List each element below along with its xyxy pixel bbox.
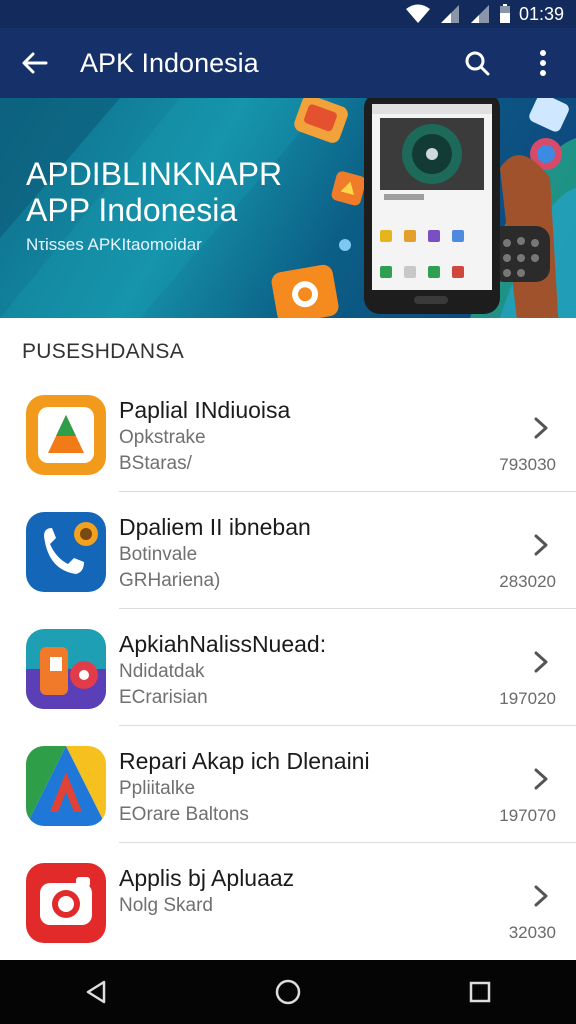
app-name: ApkiahNalissNuead:	[119, 631, 327, 657]
list-item[interactable]: Dpaliem II ibneban Botinvale GRHariena) …	[0, 492, 576, 609]
chevron-right-icon	[534, 885, 548, 907]
app-icon	[26, 746, 106, 826]
list-item[interactable]: Applis bj Apluaaz Nolg Skard 32030	[0, 843, 576, 960]
app-name: Applis bj Apluaaz	[119, 865, 295, 891]
wifi-icon	[405, 4, 431, 24]
app-detail: GRHariena)	[119, 570, 221, 591]
list-item[interactable]: Repari Akap ich Dlenaini Ppliitalke EOra…	[0, 726, 576, 843]
banner-headline: APDIBLINKNAPR APP Indonesia	[26, 156, 282, 228]
banner-subline: Ντisses APΚΙtaomoidar	[26, 235, 202, 254]
battery-icon	[499, 4, 511, 24]
app-icon	[26, 512, 106, 592]
app-icon	[26, 629, 106, 709]
back-button[interactable]	[0, 28, 70, 98]
back-arrow-icon	[22, 52, 48, 74]
signal-icon	[469, 4, 491, 24]
app-name: Dpaliem II ibneban	[119, 514, 311, 540]
app-count: 283020	[499, 572, 556, 591]
search-button[interactable]	[444, 28, 510, 98]
app-detail: BStaras/	[119, 453, 192, 474]
app-list: Paplial INdiuoisa Opkstrake BStaras/ 793…	[0, 375, 576, 960]
system-nav-bar	[0, 960, 576, 1024]
app-subtitle: Ndidatdak	[119, 661, 205, 682]
app-bar: APK Indonesia	[0, 28, 576, 98]
app-count: 197070	[499, 806, 556, 825]
app-detail: EOrare Baltons	[119, 804, 249, 825]
app-icon	[26, 395, 106, 475]
back-triangle-icon	[86, 980, 106, 1004]
chevron-right-icon	[534, 417, 548, 439]
app-subtitle: Botinvale	[119, 544, 198, 565]
app-detail: Nolg Skard	[119, 895, 213, 916]
chevron-right-icon	[534, 534, 548, 556]
status-time: 01:39	[518, 3, 564, 24]
banner-headline-line2: APP Indonesia	[26, 192, 238, 228]
app-subtitle: Opkstrake	[119, 427, 206, 448]
app-icon	[26, 863, 106, 943]
chevron-right-icon	[534, 768, 548, 790]
app-name: Paplial INdiuoisa	[119, 397, 291, 423]
banner-headline-line1: APDIBLINKNAPR	[26, 156, 283, 192]
search-icon	[465, 51, 490, 76]
nav-recents-button[interactable]	[450, 962, 510, 1022]
nav-home-button[interactable]	[258, 962, 318, 1022]
more-vert-icon	[540, 50, 546, 76]
app-count: 793030	[499, 455, 556, 474]
app-count: 32030	[508, 923, 556, 942]
list-item[interactable]: Paplial INdiuoisa Opkstrake BStaras/ 793…	[0, 375, 576, 492]
chevron-right-icon	[534, 651, 548, 673]
app-name: Repari Akap ich Dlenaini	[119, 748, 370, 774]
app-subtitle: Ppliitalke	[119, 778, 196, 799]
list-item[interactable]: ApkiahNalissNuead: Ndidatdak ECrarisian …	[0, 609, 576, 726]
app-detail: ECrarisian	[119, 687, 208, 708]
nav-back-button[interactable]	[66, 962, 126, 1022]
page-title: APK Indonesia	[80, 47, 259, 78]
signal-icon	[439, 4, 461, 24]
recents-square-icon	[469, 981, 491, 1003]
status-bar: 01:39	[0, 0, 576, 28]
home-circle-icon	[275, 979, 301, 1005]
app-count: 197020	[499, 689, 556, 708]
promo-banner[interactable]: APDIBLINKNAPR APP Indonesia Ντisses APΚΙ…	[0, 98, 576, 318]
section-title: PUSESHDANSA	[22, 340, 185, 363]
more-options-button[interactable]	[510, 28, 576, 98]
